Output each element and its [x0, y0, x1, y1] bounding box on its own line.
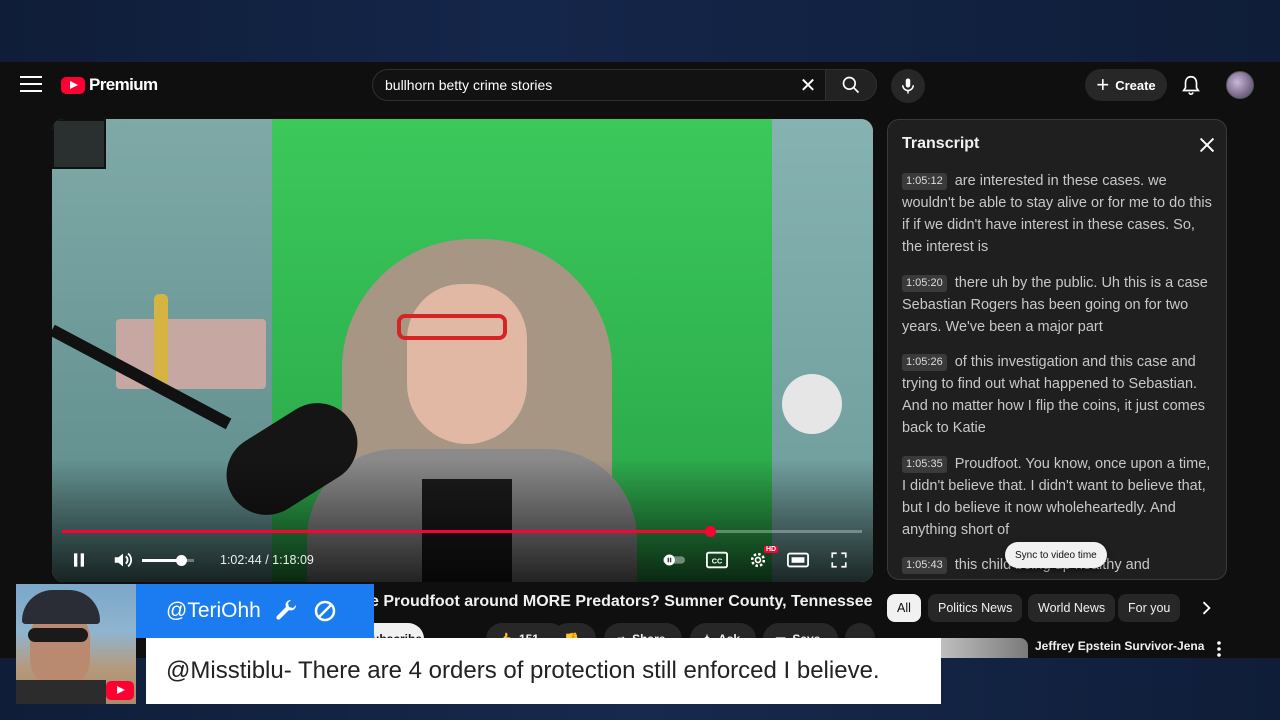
transcript-title: Transcript: [902, 135, 980, 152]
stream-frame-top: [0, 0, 1280, 62]
sync-label: Sync to video time: [1015, 549, 1097, 561]
theater-mode-button[interactable]: [784, 546, 812, 574]
svg-text:CC: CC: [712, 557, 723, 566]
video-frame-picture: [52, 119, 106, 169]
create-button[interactable]: + Create: [1085, 69, 1167, 101]
chip-politics-news[interactable]: Politics News: [928, 594, 1023, 622]
transcript-segment[interactable]: 1:05:20 there uh by the public. Uh this …: [902, 272, 1214, 338]
chat-username: @TeriOhh: [166, 599, 261, 622]
autoplay-toggle[interactable]: [660, 546, 688, 574]
chevron-right-icon[interactable]: [1196, 598, 1216, 618]
volume-button[interactable]: [109, 546, 137, 574]
transcript-segment[interactable]: 1:05:35 Proudfoot. You know, once upon a…: [902, 453, 1214, 541]
segment-text: of this investigation and this case and …: [902, 354, 1206, 436]
youtube-logo[interactable]: Premium: [61, 75, 158, 95]
pause-button[interactable]: [65, 546, 93, 574]
player-controls: 1:02:44 / 1:18:09 CC HD: [52, 542, 873, 578]
clear-search-icon[interactable]: ✕: [791, 73, 825, 98]
progress-bar[interactable]: [62, 526, 862, 537]
segment-timestamp[interactable]: 1:05:26: [902, 354, 947, 371]
youtube-icon: [61, 76, 85, 94]
video-frame-glasses: [397, 314, 507, 340]
more-vertical-icon[interactable]: [1212, 639, 1226, 658]
segment-text: Proudfoot. You know, once upon a time, I…: [902, 456, 1211, 538]
menu-icon[interactable]: [20, 76, 42, 94]
chat-comment-box: @Misstiblu- There are 4 orders of protec…: [146, 638, 941, 704]
volume-icon: [114, 552, 132, 568]
time-total: 1:18:09: [272, 553, 314, 567]
autoplay-icon: [663, 554, 685, 566]
chip-label: World News: [1038, 601, 1106, 615]
transcript-segment[interactable]: 1:05:26 of this investigation and this c…: [902, 351, 1214, 439]
time-separator: /: [261, 553, 273, 567]
search-input[interactable]: [373, 77, 791, 93]
segment-timestamp[interactable]: 1:05:35: [902, 456, 947, 473]
volume-slider[interactable]: [142, 555, 194, 566]
segment-text: there uh by the public. Uh this is a cas…: [902, 275, 1208, 335]
search-box: ✕: [372, 69, 826, 101]
video-frame-person-face: [407, 284, 527, 444]
plus-icon: +: [1096, 72, 1110, 97]
volume-knob[interactable]: [176, 555, 187, 566]
hd-badge: HD: [764, 546, 779, 553]
fullscreen-button[interactable]: [825, 546, 853, 574]
video-title: e Proudfoot around MORE Predators? Sumne…: [370, 593, 873, 610]
block-icon: [314, 600, 336, 622]
chat-comment-text: @Misstiblu- There are 4 orders of protec…: [166, 657, 880, 684]
video-frame-bottle: [154, 294, 168, 384]
chip-world-news[interactable]: World News: [1028, 594, 1116, 622]
segment-timestamp[interactable]: 1:05:12: [902, 173, 947, 190]
mic-icon: [902, 78, 914, 94]
pause-icon: [74, 553, 84, 567]
gear-icon: [750, 552, 766, 568]
progress-fill: [62, 530, 710, 533]
youtube-icon: [106, 681, 134, 700]
segment-timestamp[interactable]: 1:05:20: [902, 275, 947, 292]
webcam-cap: [22, 590, 100, 624]
webcam-sunglasses: [28, 628, 88, 642]
video-frame-decor: [782, 374, 842, 434]
sync-to-video-time-button[interactable]: Sync to video time: [1005, 542, 1107, 568]
youtube-app: Premium ✕ + Create: [0, 62, 1280, 658]
transcript-panel: Transcript 1:05:12 are interested in the…: [887, 119, 1227, 580]
chip-label: For you: [1128, 601, 1171, 615]
wrench-icon: [276, 599, 296, 620]
chip-for-you[interactable]: For you: [1118, 594, 1181, 622]
video-player[interactable]: 1:02:44 / 1:18:09 CC HD: [52, 119, 873, 582]
recommendation-thumbnail[interactable]: [928, 638, 1028, 658]
theater-icon: [787, 552, 809, 568]
search-button[interactable]: [825, 69, 877, 101]
logo-text: Premium: [89, 75, 158, 94]
recommendation-title[interactable]: Jeffrey Epstein Survivor-Jena: [1035, 638, 1205, 658]
captions-button[interactable]: CC: [703, 546, 731, 574]
cc-icon: CC: [706, 551, 728, 569]
close-icon[interactable]: [1196, 134, 1218, 156]
avatar[interactable]: [1226, 71, 1254, 99]
voice-search-button[interactable]: [891, 69, 925, 103]
chip-label: All: [897, 601, 911, 615]
chip-all[interactable]: All: [887, 594, 921, 622]
segment-timestamp[interactable]: 1:05:43: [902, 557, 947, 574]
progress-scrubber[interactable]: [705, 526, 716, 537]
webcam-shirt: [16, 680, 106, 704]
create-label: Create: [1115, 77, 1156, 93]
time-current: 1:02:44: [220, 553, 262, 567]
fullscreen-icon: [831, 552, 847, 568]
chat-username-tag: @TeriOhh: [136, 584, 374, 638]
segment-text: are interested in these cases. we wouldn…: [902, 173, 1212, 255]
search-icon: [842, 76, 860, 94]
chip-label: Politics News: [938, 601, 1013, 615]
bell-icon[interactable]: [1180, 74, 1202, 96]
time-display: 1:02:44 / 1:18:09: [220, 553, 314, 567]
transcript-segment[interactable]: 1:05:12 are interested in these cases. w…: [902, 170, 1214, 258]
